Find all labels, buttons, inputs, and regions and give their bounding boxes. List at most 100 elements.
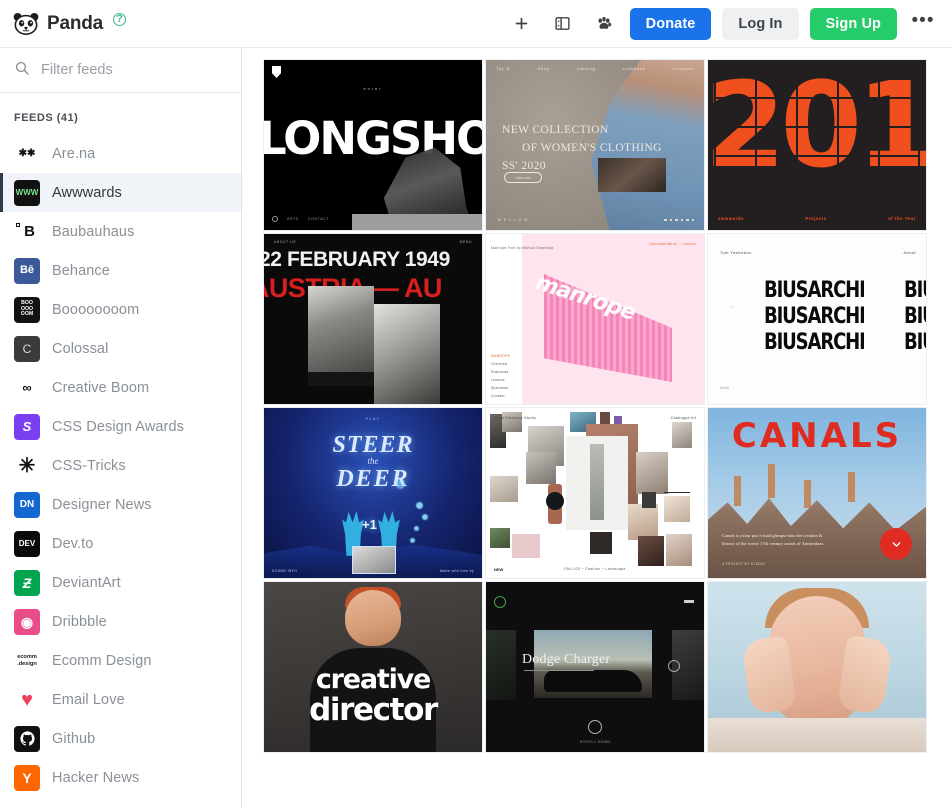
card-steer-the-deer[interactable]: PLAY STEER the DEER +1 SOUND INFO Made w… — [264, 408, 482, 578]
sidebar-item-colossal[interactable]: C Colossal — [0, 329, 241, 368]
help-icon[interactable]: ? — [113, 12, 127, 26]
title-line-2: the — [367, 456, 379, 466]
designer-news-icon: DN — [14, 491, 40, 518]
plus-icon[interactable] — [507, 9, 537, 39]
label-bottom: FALL/SS ~ Fashion ~ Landscape — [564, 567, 626, 571]
headline-line-1: NEW COLLECTION — [502, 124, 609, 136]
feed-label: CSS-Tricks — [52, 457, 126, 474]
sidebar-item-designer-news[interactable]: DN Designer News — [0, 485, 241, 524]
card-manrope[interactable]: Manrope Font by Mikhail Sharanda MANROPE… — [486, 234, 704, 404]
site-nav: ABOUT US MENU — [274, 240, 472, 244]
signup-button[interactable]: Sign Up — [809, 7, 897, 40]
feed-label: Hacker News — [52, 769, 140, 786]
title-underline — [524, 670, 594, 671]
scroll-down-icon — [588, 720, 602, 734]
sidebar-item-email-love[interactable]: ♥ Email Love — [0, 680, 241, 719]
sidebar-item-css-tricks[interactable]: ✳ CSS-Tricks — [0, 446, 241, 485]
hamburger-icon — [684, 600, 694, 603]
feed-label: Are.na — [52, 145, 96, 162]
card-thumbnail: CANALS Canals is a four part visual glim… — [708, 408, 926, 578]
decorative-mark: ✧ — [730, 305, 736, 311]
portrait-head — [345, 590, 401, 646]
panda-logo-icon — [12, 10, 40, 38]
sidebar-item-hacker-news[interactable]: Y Hacker News — [0, 758, 241, 797]
sidebar-item-awwwards[interactable]: WWW Awwwards — [0, 173, 241, 212]
card-title: Dodge Charger — [522, 652, 611, 667]
car-silhouette — [544, 670, 642, 692]
caption-bar — [308, 372, 374, 386]
dot-icon — [272, 216, 278, 222]
card-thumbnail: enter LONGSHOT ARTS CONTACT — [264, 60, 482, 230]
search-icon — [14, 60, 30, 81]
typo-line: BIUSARCHISITI — [904, 278, 926, 303]
card-description: Canals is a four part visual glimpse int… — [722, 533, 825, 547]
archive-photo-2 — [374, 304, 440, 404]
nav-item: Catalog — [576, 67, 596, 71]
nav-left: Tom Yastrebov — [720, 250, 752, 255]
card-portrait-hands[interactable] — [708, 582, 926, 752]
card-new-collection[interactable]: TAL.R Shop Catalog Lookbook Contacts NEW… — [486, 60, 704, 230]
body: FEEDS (41) ✱✱ Are.na WWW Awwwards — [0, 48, 952, 808]
sidebar-item-behance[interactable]: Bē Behance — [0, 251, 241, 290]
ellipsis-icon[interactable]: ••• — [908, 9, 938, 39]
card-22-february-1949[interactable]: ABOUT US MENU 22 FEBRUARY 1949 AUSTRIA —… — [264, 234, 482, 404]
card-dodge-charger[interactable]: Dodge Charger SCROLL DOWN — [486, 582, 704, 752]
sidebar-item-boooooooom[interactable]: BOO OOO OOM Boooooooom — [0, 290, 241, 329]
chevron-right-icon — [668, 660, 680, 672]
typo-stack: BIUSARCHISITI BIUSARCHISITI BIUSARCHISIT… — [764, 278, 864, 356]
inset-photo — [598, 158, 666, 192]
heart-icon: ♥ — [21, 688, 33, 711]
baubauhaus-icon: B — [14, 219, 40, 245]
nav-right: MENU — [459, 240, 472, 244]
card-eyebrow: enter — [363, 86, 383, 91]
hand-right — [837, 635, 893, 715]
card-thumbnail: TAL.R Shop Catalog Lookbook Contacts NEW… — [486, 60, 704, 230]
creative-boom-icon: ∞ — [22, 380, 32, 395]
sidebar-item-are-na[interactable]: ✱✱ Are.na — [0, 134, 241, 173]
card-biusarchisiti[interactable]: Tom Yastrebov About BIUSARCHISITI BIUSAR… — [708, 234, 926, 404]
css-design-awards-icon: S — [14, 413, 40, 440]
feeds-section-title: FEEDS (41) — [14, 112, 79, 124]
sidebar-item-dev-to[interactable]: DEV Dev.to — [0, 524, 241, 563]
card-canals[interactable]: CANALS Canals is a four part visual glim… — [708, 408, 926, 578]
card-thumbnail: Manrope Font by Mikhail Sharanda MANROPE… — [486, 234, 704, 404]
card-thumbnail: PLAY STEER the DEER +1 SOUND INFO Made w… — [264, 408, 482, 578]
card-moodboard[interactable]: Good Riddance Studio Catalogue Inf FALL/… — [486, 408, 704, 578]
feed-label: Dribbble — [52, 613, 107, 630]
card-thumbnail: 2019 — [708, 60, 926, 230]
title-line-1: STEER — [332, 432, 414, 458]
donate-button[interactable]: Donate — [629, 7, 712, 40]
search-input[interactable] — [41, 62, 227, 78]
card-creative-director[interactable]: creative director — [264, 582, 482, 752]
layout-panel-icon[interactable] — [548, 9, 578, 39]
footer-center: Projects — [805, 216, 827, 221]
prev-slide-panel — [486, 630, 516, 700]
paw-icon[interactable] — [589, 9, 619, 39]
feed-label: Baubauhaus — [52, 223, 135, 240]
side-link: Download — [491, 370, 509, 374]
behance-icon: Bē — [14, 257, 40, 284]
feed-label: Designer News — [52, 496, 152, 513]
typo-line: BIUSARCHISITI — [764, 330, 864, 355]
card-2019-projects[interactable]: 2019 — [708, 60, 926, 230]
sidebar-item-deviantart[interactable]: Ƶ DeviantArt — [0, 563, 241, 602]
brand[interactable]: Panda ? — [12, 10, 127, 38]
carousel-dots — [664, 218, 694, 221]
nav-item: Lookbook — [622, 67, 646, 71]
sidebar-item-ecomm-design[interactable]: ecomm .design Ecomm Design — [0, 641, 241, 680]
sidebar-item-css-design-awards[interactable]: S CSS Design Awards — [0, 407, 241, 446]
label-left: Good Riddance Studio — [494, 416, 537, 420]
sidebar-item-creative-boom[interactable]: ∞ Creative Boom — [0, 368, 241, 407]
archive-photo-1 — [308, 286, 374, 372]
card-thumbnail: creative director — [264, 582, 482, 752]
sidebar-item-baubauhaus[interactable]: B Baubauhaus — [0, 212, 241, 251]
card-thumbnail: Tom Yastrebov About BIUSARCHISITI BIUSAR… — [708, 234, 926, 404]
feed-list: ✱✱ Are.na WWW Awwwards B Baubauhaus Bē B… — [0, 134, 241, 808]
side-link: Specimen — [491, 386, 509, 390]
login-button[interactable]: Log In — [722, 7, 799, 40]
sidebar-item-dribbble[interactable]: ◉ Dribbble — [0, 602, 241, 641]
nav-brand: TAL.R — [496, 67, 511, 71]
sidebar-item-github[interactable]: Github — [0, 719, 241, 758]
card-longshot[interactable]: enter LONGSHOT ARTS CONTACT — [264, 60, 482, 230]
feed-label: Ecomm Design — [52, 652, 152, 669]
